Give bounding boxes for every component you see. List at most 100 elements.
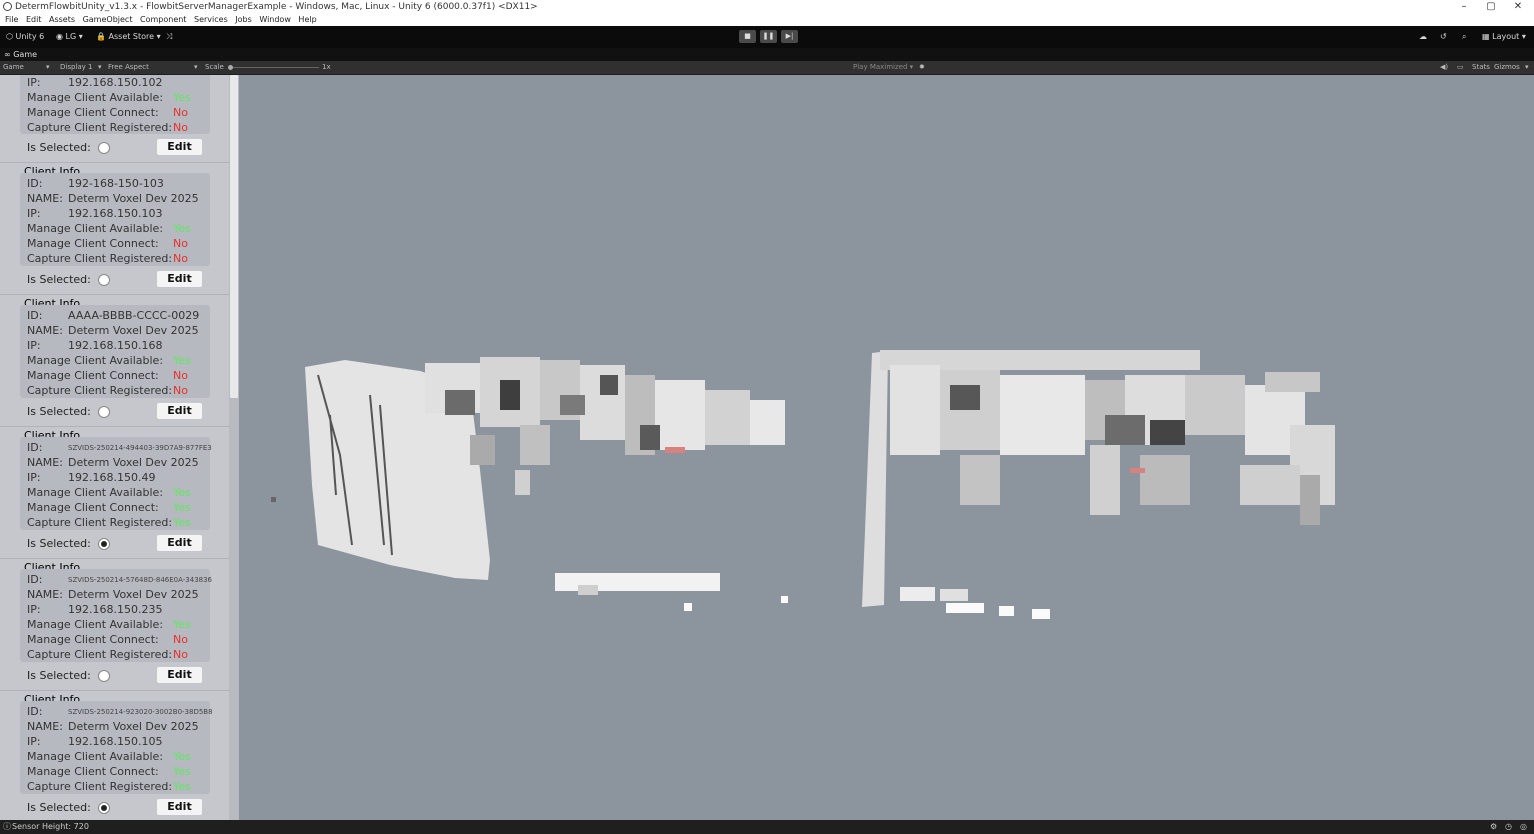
chevron-down-icon: ▾	[156, 32, 161, 41]
gizmos-button[interactable]: Gizmos	[1494, 61, 1520, 74]
manage-connect-label: Manage Client Connect:	[27, 106, 159, 119]
search-icon[interactable]: ⌕	[1462, 31, 1466, 43]
version-control-icon[interactable]: ⤨	[166, 31, 172, 43]
menu-assets[interactable]: Assets	[49, 15, 75, 24]
capture-registered-label: Capture Client Registered:	[27, 252, 173, 265]
edit-button[interactable]: Edit	[157, 271, 202, 287]
game-viewport[interactable]: IP: 192.168.150.102 Manage Client Availa…	[0, 75, 1534, 820]
asset-store-label: Asset Store	[108, 32, 155, 41]
is-selected-label: Is Selected:	[27, 537, 91, 550]
minimize-button[interactable]: –	[1454, 0, 1474, 14]
menu-window[interactable]: Window	[259, 15, 291, 24]
manage-connect-label: Manage Client Connect:	[27, 633, 159, 646]
cloud-icon[interactable]: ☁	[1419, 31, 1427, 43]
stop-button[interactable]: ■	[739, 30, 756, 43]
edit-button[interactable]: Edit	[157, 799, 202, 815]
client-name: Determ Voxel Dev 2025	[68, 324, 199, 337]
game-mode-label: Game	[3, 63, 24, 71]
id-label: ID:	[27, 309, 43, 322]
is-selected-radio[interactable]	[98, 538, 110, 550]
is-selected-radio[interactable]	[98, 142, 110, 154]
step-button[interactable]: ▶|	[781, 30, 798, 43]
aspect-dropdown[interactable]: Free Aspect	[108, 61, 149, 74]
client-name: Determ Voxel Dev 2025	[68, 588, 199, 601]
unity-label: Unity 6	[15, 32, 45, 41]
manage-available-label: Manage Client Available:	[27, 750, 164, 763]
tab-game[interactable]: ∞ Game	[4, 49, 37, 61]
is-selected-label: Is Selected:	[27, 669, 91, 682]
aspect-label: Free Aspect	[108, 63, 149, 71]
edit-button[interactable]: Edit	[157, 667, 202, 683]
ip-label: IP:	[27, 471, 41, 484]
manage-available-label: Manage Client Available:	[27, 618, 164, 631]
maximize-button[interactable]: ▢	[1481, 0, 1501, 14]
ip-label: IP:	[27, 76, 41, 89]
client-ip: 192.168.150.49	[68, 471, 156, 484]
name-label: NAME:	[27, 324, 63, 337]
manage-connect-value: Yes	[173, 501, 191, 514]
name-label: NAME:	[27, 720, 63, 733]
scale-slider-thumb[interactable]	[228, 65, 233, 70]
edit-button[interactable]: Edit	[157, 535, 202, 551]
game-mode-dropdown[interactable]: Game	[3, 61, 24, 74]
menu-component[interactable]: Component	[140, 15, 186, 24]
menu-gameobject[interactable]: GameObject	[83, 15, 133, 24]
console-icon[interactable]: ◎	[1520, 820, 1527, 834]
is-selected-label: Is Selected:	[27, 405, 91, 418]
chevron-down-icon: ▾	[78, 32, 83, 41]
menu-edit[interactable]: Edit	[26, 15, 42, 24]
is-selected-radio[interactable]	[98, 274, 110, 286]
manage-connect-value: No	[173, 369, 188, 382]
stats-icon[interactable]: ▭	[1457, 61, 1464, 74]
display-label: Display 1	[60, 63, 93, 71]
history-icon[interactable]: ↺	[1440, 31, 1447, 43]
mute-icon[interactable]: ◀)	[1440, 61, 1448, 74]
manage-available-value: Yes	[173, 91, 191, 104]
is-selected-radio[interactable]	[98, 802, 110, 814]
manage-connect-label: Manage Client Connect:	[27, 369, 159, 382]
status-bar: ⓘ Sensor Height: 720 ⚙ ◷ ◎	[0, 820, 1534, 834]
manage-connect-label: Manage Client Connect:	[27, 765, 159, 778]
voxel-cluster-right	[862, 350, 1335, 619]
asset-store-button[interactable]: 🔒 Asset Store ▾	[96, 31, 161, 43]
status-message[interactable]: Sensor Height: 720	[12, 820, 89, 834]
tab-game-label: Game	[13, 50, 38, 59]
client-name: Determ Voxel Dev 2025	[68, 720, 199, 733]
name-label: NAME:	[27, 588, 63, 601]
card-divider	[0, 558, 229, 559]
menu-file[interactable]: File	[5, 15, 18, 24]
stats-button[interactable]: Stats	[1472, 61, 1490, 74]
panel-scrollbar[interactable]	[229, 75, 239, 820]
client-list-panel[interactable]: IP: 192.168.150.102 Manage Client Availa…	[0, 75, 229, 820]
debug-icon[interactable]: ⚙	[1490, 820, 1497, 834]
layout-dropdown[interactable]: ▦ Layout ▾	[1482, 31, 1526, 43]
panel-scrollbar-thumb[interactable]	[230, 75, 238, 398]
account-dropdown[interactable]: ◉ LG ▾	[56, 31, 83, 43]
capture-registered-value: Yes	[173, 780, 191, 793]
client-ip: 192.168.150.235	[68, 603, 163, 616]
unity-account-button[interactable]: ⬡ Unity 6	[6, 31, 44, 43]
manage-connect-value: No	[173, 633, 188, 646]
edit-button[interactable]: Edit	[157, 403, 202, 419]
is-selected-radio[interactable]	[98, 406, 110, 418]
client-id: SZVIDS-250214-494403-39D7A9-877FE3	[68, 444, 212, 452]
scale-label: Scale	[205, 63, 224, 71]
manage-connect-value: Yes	[173, 765, 191, 778]
gamebar-settings-icon[interactable]: ✹	[919, 61, 925, 74]
menu-help[interactable]: Help	[298, 15, 316, 24]
id-label: ID:	[27, 177, 43, 190]
client-ip: 192.168.150.103	[68, 207, 163, 220]
menu-jobs[interactable]: Jobs	[235, 15, 252, 24]
progress-icon[interactable]: ◷	[1505, 820, 1512, 834]
client-ip: 192.168.150.168	[68, 339, 163, 352]
manage-available-value: Yes	[173, 750, 191, 763]
menu-services[interactable]: Services	[194, 15, 228, 24]
scale-slider-track[interactable]	[229, 67, 319, 68]
display-dropdown[interactable]: Display 1	[60, 61, 92, 74]
play-mode-dropdown[interactable]: Play Maximized ▾	[853, 61, 913, 74]
pause-button[interactable]: ❚❚	[760, 30, 777, 43]
is-selected-radio[interactable]	[98, 670, 110, 682]
edit-button[interactable]: Edit	[157, 139, 202, 155]
play-mode-label: Play Maximized	[853, 63, 908, 71]
close-button[interactable]: ✕	[1508, 0, 1528, 14]
